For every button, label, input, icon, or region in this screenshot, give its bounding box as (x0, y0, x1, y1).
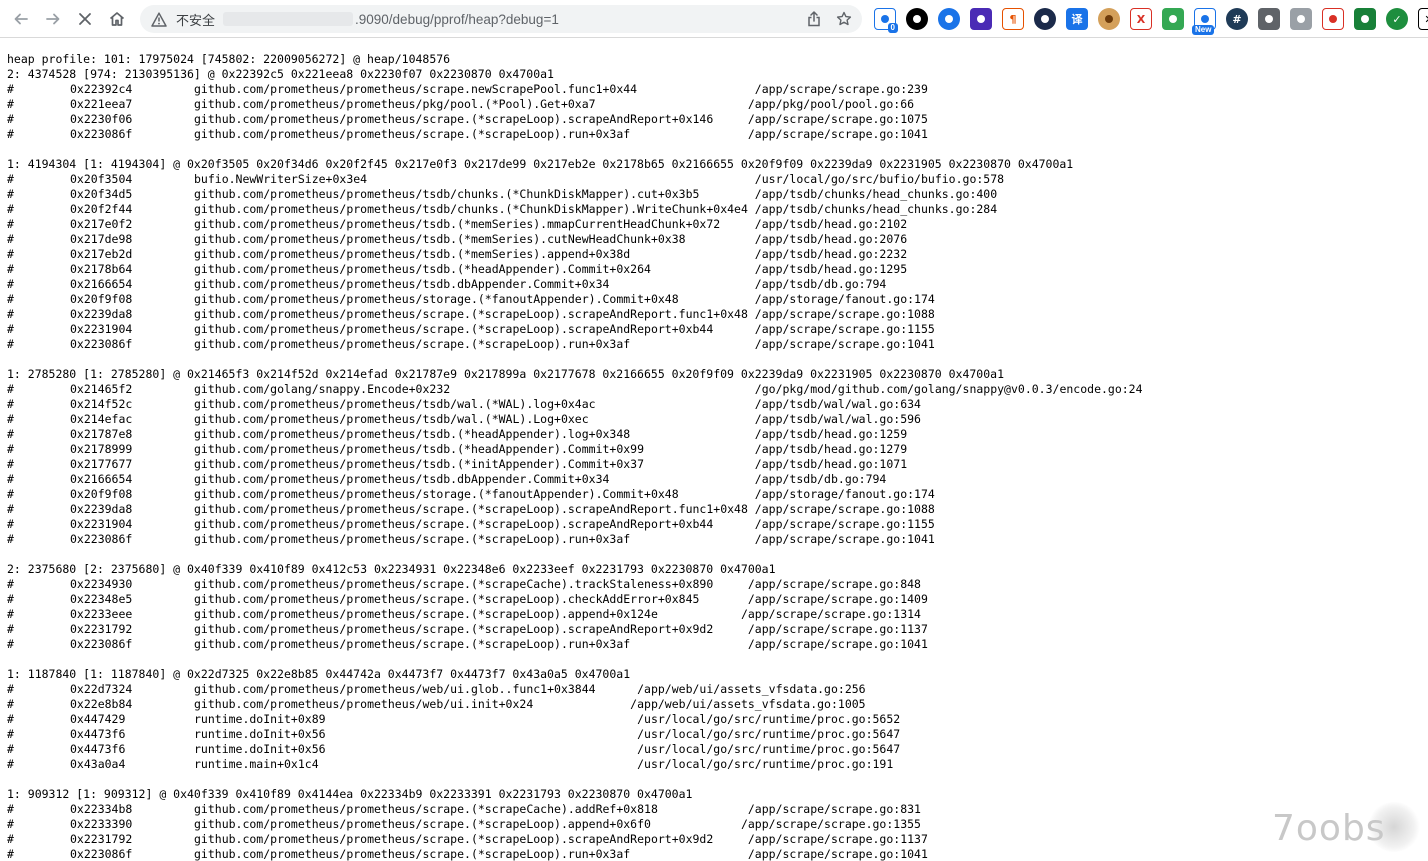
stack-frame: #0x217de98 github.com/prometheus/promethe… (7, 232, 908, 246)
stop-loading-button[interactable] (72, 6, 98, 32)
insecure-label[interactable]: 不安全 (176, 10, 215, 29)
stack-frame: #0x214efac github.com/prometheus/promethe… (7, 412, 921, 426)
sync-icon[interactable]: 0 (874, 8, 898, 33)
presentation-extension-icon[interactable] (1322, 8, 1344, 30)
stack-frame: #0x20f9f08 github.com/prometheus/promethe… (7, 487, 935, 501)
url-text[interactable]: .9090/debug/pprof/heap?debug=1 (355, 12, 559, 27)
hash-extension-icon[interactable]: # (1226, 8, 1248, 30)
goggles-extension-icon[interactable] (938, 8, 960, 30)
stack-frame: #0x22d7324 github.com/prometheus/promethe… (7, 682, 866, 696)
extensions-bar: 0 ¶ 译 X New # ✓ ✕ (874, 8, 1428, 35)
stack-frame: #0x2166654 github.com/prometheus/promethe… (7, 472, 887, 486)
allocation-record: 1: 2785280 [1: 2785280] @ 0x21465f3 0x21… (7, 367, 1004, 381)
stack-frame: #0x2239da8 github.com/prometheus/promethe… (7, 307, 935, 321)
spreadsheet-extension-icon[interactable] (1354, 8, 1376, 30)
cookie-extension-icon[interactable] (1098, 8, 1120, 30)
circle-extension-icon[interactable] (906, 8, 928, 30)
wallet-extension-icon[interactable] (1290, 8, 1312, 30)
star-icon[interactable] (834, 9, 854, 29)
stack-frame: #0x4473f6 runtime.doInit+0x56 /usr/local/… (7, 742, 901, 756)
stack-frame: #0x2166654 github.com/prometheus/promethe… (7, 277, 887, 291)
extension-badge: 0 (887, 23, 898, 33)
stack-frame: #0x21465f2 github.com/golang/snappy.Encod… (7, 382, 1143, 396)
github-extension-icon[interactable] (1034, 8, 1056, 30)
stack-frame: #0x20f9f08 github.com/prometheus/promethe… (7, 292, 935, 306)
stack-frame: #0x2231792 github.com/prometheus/promethe… (7, 622, 928, 636)
address-bar[interactable]: 不安全 .9090/debug/pprof/heap?debug=1 (140, 5, 862, 33)
stack-frame: #0x2177677 github.com/prometheus/promethe… (7, 457, 908, 471)
stack-frame: #0x2239da8 github.com/prometheus/promethe… (7, 502, 935, 516)
check-extension-icon[interactable]: ✓ (1386, 8, 1408, 30)
stack-frame: #0x221eea7 github.com/prometheus/promethe… (7, 97, 915, 111)
stack-frame: #0x214f52c github.com/prometheus/promethe… (7, 397, 921, 411)
forward-button[interactable] (40, 6, 66, 32)
stack-frame: #0x22392c4 github.com/prometheus/promethe… (7, 82, 928, 96)
stack-frame: #0x2231904 github.com/prometheus/promethe… (7, 322, 935, 336)
stack-frame: #0x223086f github.com/prometheus/promethe… (7, 847, 928, 861)
puzzle-extension-icon[interactable]: ✕ (1418, 8, 1428, 30)
allocation-record: 2: 4374528 [974: 2130395136] @ 0x22392c5… (7, 67, 554, 81)
stack-frame: #0x22e8b84 github.com/prometheus/promethe… (7, 697, 866, 711)
arrow-right-icon (46, 13, 60, 25)
allocation-record: 1: 4194304 [1: 4194304] @ 0x20f3505 0x20… (7, 157, 1074, 171)
window-extension-icon[interactable]: New (1192, 8, 1216, 35)
chat-extension-icon[interactable] (1162, 8, 1184, 30)
warning-icon[interactable] (150, 10, 168, 28)
allocation-record: 1: 1187840 [1: 1187840] @ 0x22d7325 0x22… (7, 667, 631, 681)
stack-frame: #0x447429 runtime.doInit+0x89 /usr/local/… (7, 712, 901, 726)
cube-extension-icon[interactable] (970, 8, 992, 30)
stack-frame: #0x22348e5 github.com/prometheus/promethe… (7, 592, 928, 606)
stack-frame: #0x2230f06 github.com/prometheus/promethe… (7, 112, 928, 126)
stack-frame: #0x4473f6 runtime.doInit+0x56 /usr/local/… (7, 727, 901, 741)
arrow-left-icon (14, 13, 28, 25)
browser-toolbar: 不安全 .9090/debug/pprof/heap?debug=1 0 ¶ 译 X N… (0, 0, 1428, 38)
redacted-host (223, 12, 354, 26)
stack-frame: #0x223086f github.com/prometheus/promethe… (7, 337, 935, 351)
stack-frame: #0x2178999 github.com/prometheus/promethe… (7, 442, 908, 456)
profile-header: heap profile: 101: 17975024 [745802: 220… (7, 52, 451, 66)
stack-frame: #0x20f2f44 github.com/prometheus/promethe… (7, 202, 998, 216)
stack-frame: #0x22334b8 github.com/prometheus/promethe… (7, 802, 921, 816)
stack-frame: #0x20f3504 bufio.NewWriterSize+0x3e4 /usr… (7, 172, 1005, 186)
stack-frame: #0x217eb2d github.com/prometheus/promethe… (7, 247, 908, 261)
stack-frame: #0x20f34d5 github.com/prometheus/promethe… (7, 187, 998, 201)
close-icon (79, 13, 91, 25)
heap-profile-output: heap profile: 101: 17975024 [745802: 220… (7, 52, 1417, 861)
watermark-logo: 7oobs (1272, 800, 1422, 856)
stack-frame: #0x43a0a4 runtime.main+0x1c4 /usr/local/g… (7, 757, 894, 771)
stack-frame: #0x2234930 github.com/prometheus/promethe… (7, 577, 921, 591)
stack-frame: #0x21787e8 github.com/prometheus/promethe… (7, 427, 908, 441)
home-button[interactable] (104, 6, 130, 32)
stack-frame: #0x2178b64 github.com/prometheus/promethe… (7, 262, 908, 276)
back-button[interactable] (8, 6, 34, 32)
stack-frame: #0x223086f github.com/prometheus/promethe… (7, 127, 928, 141)
stack-frame: #0x2231904 github.com/prometheus/promethe… (7, 517, 935, 531)
stack-frame: #0x223086f github.com/prometheus/promethe… (7, 532, 935, 546)
x-extension-icon[interactable]: X (1130, 8, 1152, 30)
stack-frame: #0x217e0f2 github.com/prometheus/promethe… (7, 217, 908, 231)
extension-badge: New (1192, 25, 1215, 35)
stack-frame: #0x2233eee github.com/prometheus/promethe… (7, 607, 921, 621)
home-icon (109, 12, 125, 26)
stack-frame: #0x223086f github.com/prometheus/promethe… (7, 637, 928, 651)
stack-frame: #0x2233390 github.com/prometheus/promethe… (7, 817, 921, 831)
share-icon[interactable] (804, 9, 824, 29)
camera-extension-icon[interactable] (1258, 8, 1280, 30)
allocation-record: 1: 909312 [1: 909312] @ 0x40f339 0x410f8… (7, 787, 693, 801)
pilcrow-extension-icon[interactable]: ¶ (1002, 8, 1024, 30)
stack-frame: #0x2231792 github.com/prometheus/promethe… (7, 832, 928, 846)
translate-extension-icon[interactable]: 译 (1066, 8, 1088, 30)
allocation-record: 2: 2375680 [2: 2375680] @ 0x40f339 0x410… (7, 562, 776, 576)
